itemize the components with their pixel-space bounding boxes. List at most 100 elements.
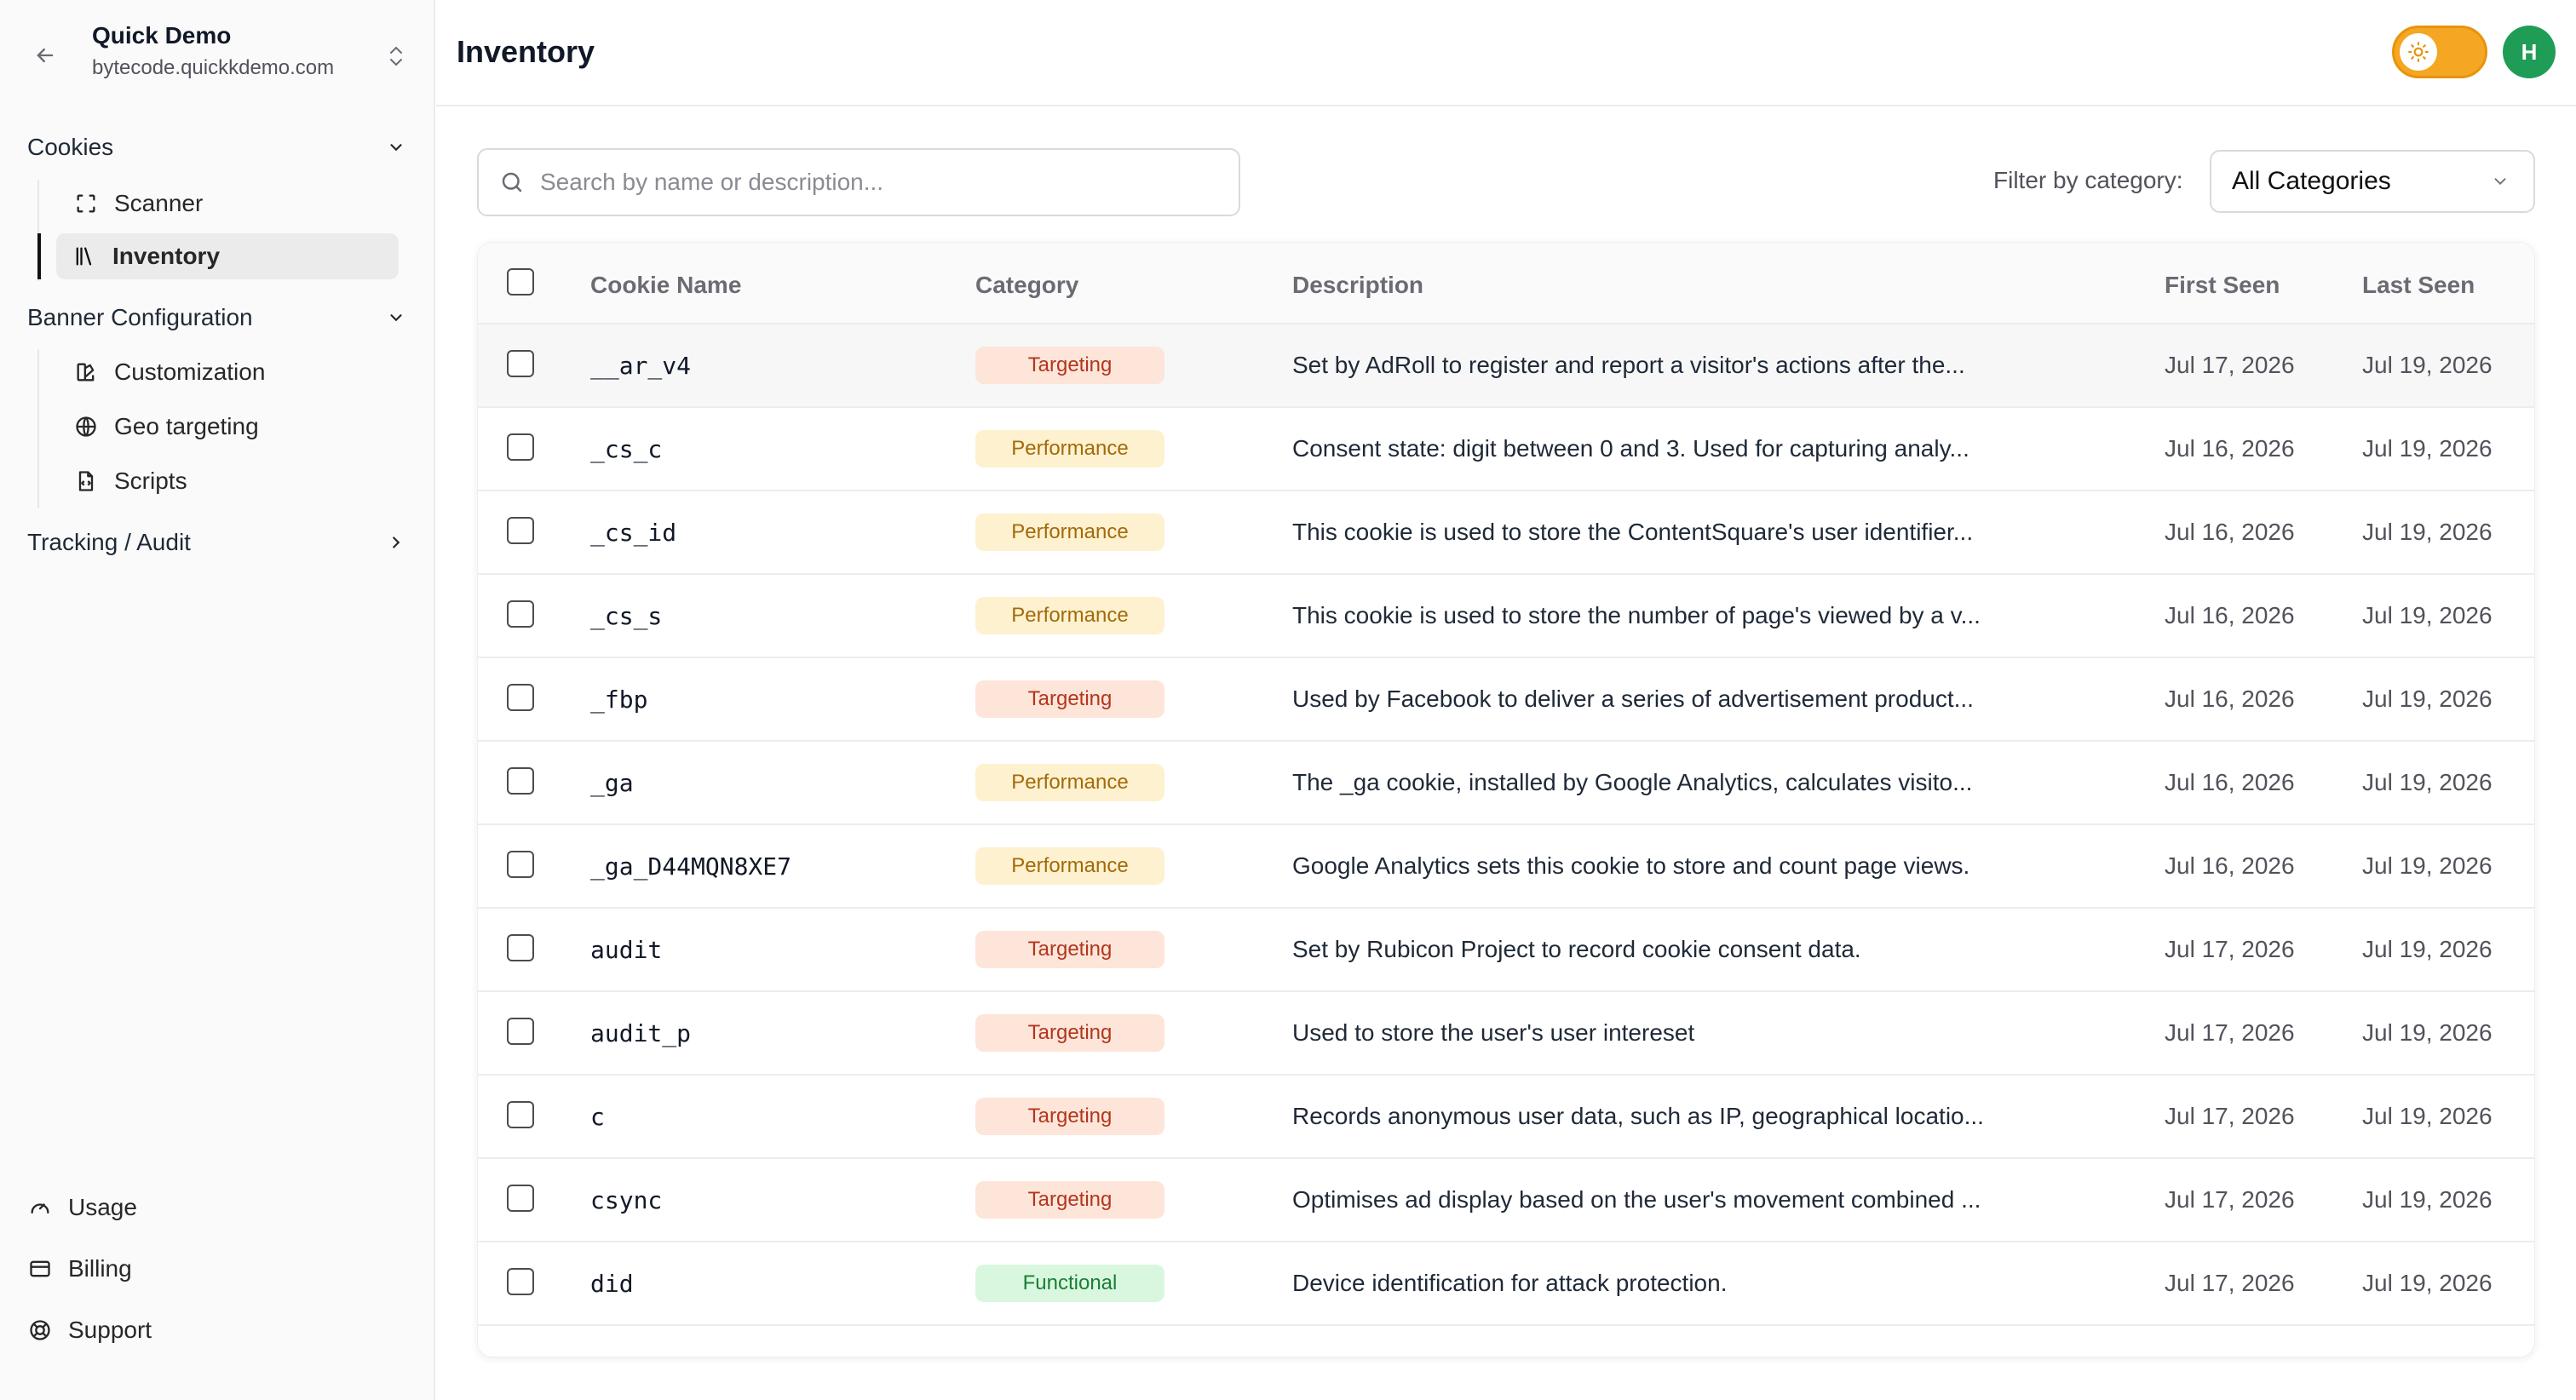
row-checkbox[interactable] (507, 1185, 534, 1212)
theme-toggle[interactable] (2392, 26, 2487, 78)
sidebar-item-label: Billing (68, 1255, 132, 1282)
first-seen-date: Jul 17, 2026 (2165, 352, 2295, 378)
org-domain: bytecode.quickkdemo.com (92, 56, 335, 79)
first-seen-date: Jul 17, 2026 (2165, 1186, 2295, 1213)
column-header-description[interactable]: Description (1292, 272, 1423, 299)
chevrons-up-down-icon[interactable] (382, 39, 411, 73)
cookie-description: Used by Facebook to deliver a series of … (1292, 686, 1974, 712)
column-header-last-seen[interactable]: Last Seen (2362, 272, 2475, 299)
column-header-first-seen[interactable]: First Seen (2165, 272, 2280, 299)
sidebar-item-support[interactable]: Support (27, 1311, 152, 1349)
nav-group-cookies[interactable]: Cookies (27, 126, 409, 169)
row-checkbox[interactable] (507, 934, 534, 961)
row-checkbox[interactable] (507, 851, 534, 878)
row-checkbox[interactable] (507, 767, 534, 795)
chevron-down-icon (383, 135, 409, 160)
cookie-name: csync (590, 1186, 663, 1214)
row-checkbox[interactable] (507, 600, 534, 628)
table-row[interactable]: _cs_id Performance This cookie is used to … (478, 491, 2534, 575)
row-checkbox[interactable] (507, 684, 534, 711)
row-checkbox[interactable] (507, 1101, 534, 1128)
table-row[interactable]: audit Targeting Set by Rubicon Project to … (478, 909, 2534, 992)
cookie-name: _fbp (590, 686, 648, 714)
cookie-description: Consent state: digit between 0 and 3. Us… (1292, 435, 1969, 462)
chevron-down-icon (383, 305, 409, 330)
cookie-description: This cookie is used to store the number … (1292, 602, 1981, 628)
table-row[interactable]: _cs_c Performance Consent state: digit bet… (478, 408, 2534, 491)
cookie-description: Optimises ad display based on the user's… (1292, 1186, 1981, 1213)
table-row[interactable]: did Functional Device identification for a… (478, 1242, 2534, 1326)
table-row[interactable]: _ga_D44MQN8XE7 Performance Google Analytic… (478, 825, 2534, 909)
back-arrow-icon[interactable] (31, 41, 60, 70)
first-seen-date: Jul 17, 2026 (2165, 1103, 2295, 1129)
sidebar-item-label: Customization (114, 359, 266, 385)
category-badge: Targeting (975, 1181, 1164, 1219)
cookie-name: c (590, 1103, 605, 1131)
sidebar-item-usage[interactable]: Usage (27, 1189, 137, 1226)
table-row[interactable]: audit_p Targeting Used to store the user's… (478, 992, 2534, 1076)
column-header-cookie-name[interactable]: Cookie Name (590, 272, 741, 299)
category-badge: Targeting (975, 347, 1164, 384)
first-seen-date: Jul 16, 2026 (2165, 769, 2295, 795)
page-title: Inventory (457, 34, 595, 69)
column-header-category[interactable]: Category (975, 272, 1078, 299)
sidebar-item-geo-targeting[interactable]: Geo targeting (58, 404, 382, 450)
table-row[interactable]: _fbp Targeting Used by Facebook to deliver… (478, 658, 2534, 742)
sidebar-item-billing[interactable]: Billing (27, 1250, 132, 1288)
select-all-checkbox[interactable] (507, 268, 534, 295)
category-badge: Performance (975, 847, 1164, 885)
cookie-description: Set by Rubicon Project to record cookie … (1292, 936, 1861, 962)
sidebar-item-inventory[interactable]: Inventory (37, 233, 399, 279)
org-switcher[interactable]: Quick Demo bytecode.quickkdemo.com (27, 22, 411, 85)
cookie-name: did (590, 1270, 634, 1298)
first-seen-date: Jul 16, 2026 (2165, 686, 2295, 712)
cookie-description: Records anonymous user data, such as IP,… (1292, 1103, 1984, 1129)
sidebar-item-scanner[interactable]: Scanner (58, 181, 382, 227)
category-badge: Performance (975, 430, 1164, 468)
lifebuoy-icon (27, 1317, 53, 1343)
table-row[interactable]: _ga Performance The _ga cookie, installed … (478, 742, 2534, 825)
cookie-name: _cs_c (590, 435, 663, 463)
sidebar-item-scripts[interactable]: Scripts (58, 458, 382, 504)
first-seen-date: Jul 16, 2026 (2165, 852, 2295, 879)
cookie-name: _ga (590, 769, 634, 797)
category-filter-select[interactable]: All Categories (2210, 150, 2535, 213)
sidebar: Quick Demo bytecode.quickkdemo.com Cooki… (0, 0, 435, 1400)
sidebar-item-label: Scripts (114, 468, 187, 494)
chevron-right-icon (383, 530, 409, 555)
first-seen-date: Jul 17, 2026 (2165, 936, 2295, 962)
cookie-name: _ga_D44MQN8XE7 (590, 852, 792, 881)
table-header: Cookie Name Category Description First S… (478, 243, 2534, 324)
category-badge: Targeting (975, 1014, 1164, 1052)
app: Quick Demo bytecode.quickkdemo.com Cooki… (0, 0, 2576, 1400)
row-checkbox[interactable] (507, 433, 534, 461)
sidebar-item-customization[interactable]: Customization (58, 349, 382, 395)
first-seen-date: Jul 17, 2026 (2165, 1019, 2295, 1046)
table-row[interactable]: __ar_v4 Targeting Set by AdRoll to registe… (478, 324, 2534, 408)
search-input[interactable] (540, 169, 1205, 196)
cookie-name: _cs_s (590, 602, 663, 630)
cookie-name: __ar_v4 (590, 352, 692, 380)
cookie-description: The _ga cookie, installed by Google Anal… (1292, 769, 1973, 795)
nav-group-tracking-audit[interactable]: Tracking / Audit (27, 521, 409, 564)
category-badge: Targeting (975, 931, 1164, 968)
avatar[interactable]: H (2503, 26, 2556, 78)
last-seen-date: Jul 19, 2026 (2362, 936, 2493, 962)
table-row[interactable]: csync Targeting Optimises ad display based… (478, 1159, 2534, 1242)
row-checkbox[interactable] (507, 1268, 534, 1295)
category-badge: Targeting (975, 680, 1164, 718)
row-checkbox[interactable] (507, 1018, 534, 1045)
category-badge: Targeting (975, 1098, 1164, 1135)
palette-icon (73, 359, 99, 385)
table-row[interactable]: _cs_s Performance This cookie is used to s… (478, 575, 2534, 658)
library-icon (72, 244, 97, 269)
cookies-subnav: Scanner Inventory (37, 181, 399, 281)
row-checkbox[interactable] (507, 517, 534, 544)
cookie-description: Used to store the user's user intereset (1292, 1019, 1695, 1046)
search-box[interactable] (477, 148, 1240, 216)
chevron-down-icon (2487, 169, 2513, 194)
row-checkbox[interactable] (507, 350, 534, 377)
nav-group-banner[interactable]: Banner Configuration (27, 296, 409, 339)
cookie-name: _cs_id (590, 519, 677, 547)
table-row[interactable]: c Targeting Records anonymous user data, s… (478, 1076, 2534, 1159)
